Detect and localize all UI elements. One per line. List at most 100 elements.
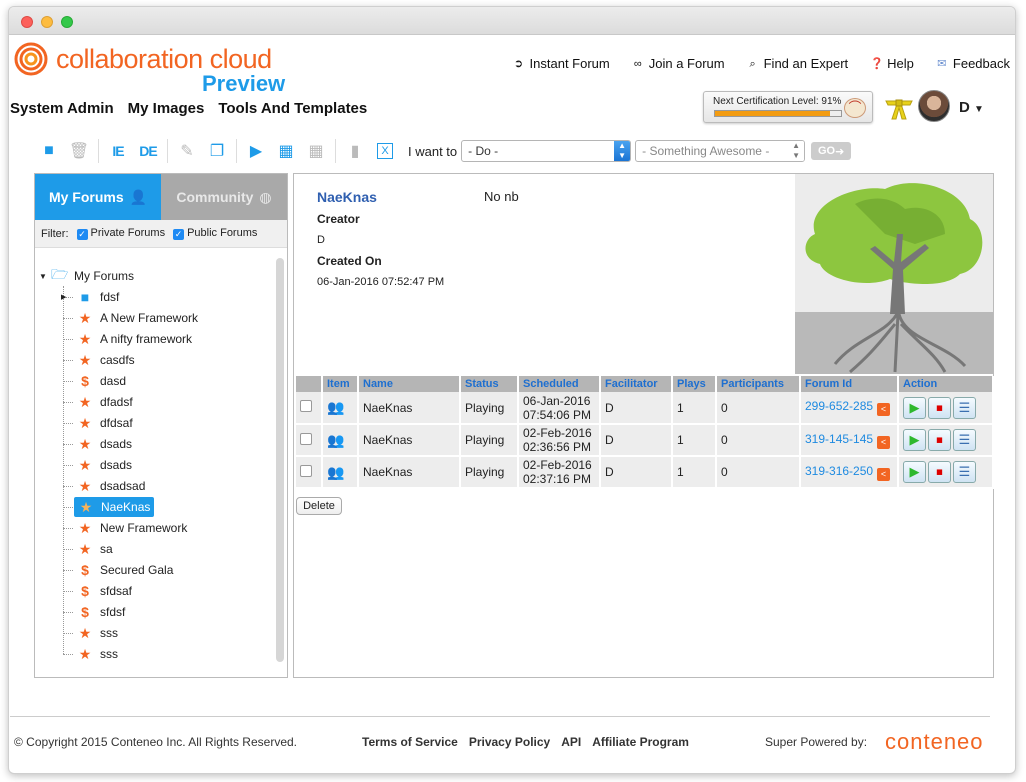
certification-bar-fill — [715, 111, 830, 116]
stop-icon: ⏹ — [936, 432, 943, 447]
help-link[interactable]: ❓ Help — [870, 56, 914, 71]
footer-divider — [10, 716, 990, 717]
menu-my-images[interactable]: My Images — [128, 100, 205, 117]
row-checkbox[interactable] — [300, 464, 312, 477]
calendar-button[interactable]: ▦ — [271, 138, 301, 164]
tree-item-label: dsadsad — [100, 479, 146, 493]
avatar[interactable] — [918, 90, 950, 122]
play-button[interactable]: ▶ — [903, 396, 926, 419]
instant-forum-link[interactable]: ➲ Instant Forum — [513, 56, 610, 71]
forum-id-link[interactable]: 319-316-250 — [805, 464, 873, 478]
terms-link[interactable]: Terms of Service — [362, 735, 458, 749]
creator-value: D — [317, 234, 325, 246]
schedule-group-button[interactable]: ▦ — [301, 138, 331, 164]
filter-private[interactable]: ✓ Private Forums — [76, 227, 165, 240]
ie-button[interactable]: IE — [103, 138, 133, 164]
stop-button[interactable]: ⏹ — [928, 396, 951, 419]
play-icon: ▶ — [909, 432, 920, 447]
folder-button[interactable]: ■ — [34, 138, 64, 164]
tree-item[interactable]: $ sfdsf — [77, 602, 125, 622]
tree-item[interactable]: $ sfdsaf — [77, 581, 132, 601]
report-button[interactable]: ▮ — [340, 138, 370, 164]
tree-item[interactable]: ★ A New Framework — [77, 308, 198, 328]
trash-button[interactable]: 🗑 — [64, 138, 94, 164]
col-scheduled[interactable]: Scheduled — [518, 376, 601, 392]
tab-my-forums[interactable]: My Forums 👤 — [35, 174, 161, 220]
tree-item[interactable]: ★ dfadsf — [77, 392, 133, 412]
certification-progress[interactable]: Next Certification Level: 91% ⌒ — [703, 91, 873, 123]
something-select[interactable]: - Something Awesome - ▲ ▼ — [635, 140, 806, 162]
play-button[interactable]: ▶ — [903, 429, 926, 451]
dollar-icon: $ — [81, 604, 89, 620]
tree-root-my-forums[interactable]: ▼ 🗁 My Forums — [39, 266, 134, 286]
play-button[interactable]: ▶ — [241, 138, 271, 164]
col-plays[interactable]: Plays — [672, 376, 717, 392]
join-forum-link[interactable]: ∞ Join a Forum — [632, 56, 725, 71]
col-name[interactable]: Name — [358, 376, 461, 392]
tree-item[interactable]: $ Secured Gala — [77, 560, 173, 580]
affiliate-link[interactable]: Affiliate Program — [592, 735, 689, 749]
tree-guide-line — [63, 402, 73, 403]
menu-system-admin[interactable]: System Admin — [10, 100, 114, 117]
de-button[interactable]: DE — [133, 138, 163, 164]
menu-tools-templates[interactable]: Tools And Templates — [218, 100, 367, 117]
settings-button[interactable]: ☰ — [953, 429, 976, 451]
find-expert-link[interactable]: ⌕ Find an Expert — [747, 56, 849, 71]
tree-item[interactable]: ★ sa — [77, 539, 113, 559]
main-menu: System Admin My Images Tools And Templat… — [10, 100, 367, 117]
participants-cell: 0 — [716, 424, 801, 457]
do-select[interactable]: - Do - ▲ ▼ — [461, 140, 632, 162]
minimize-window-button[interactable] — [41, 16, 53, 28]
tree-scrollbar[interactable] — [276, 258, 284, 662]
edit-button[interactable]: ✎ — [172, 138, 202, 164]
tree-item[interactable]: ★ A nifty framework — [77, 329, 192, 349]
tree-item[interactable]: ★ dsads — [77, 455, 132, 475]
copy-button[interactable]: ❐ — [202, 138, 232, 164]
row-checkbox[interactable] — [300, 432, 312, 445]
delete-button[interactable]: Delete — [296, 497, 342, 515]
go-button[interactable]: GO ➜ — [811, 142, 852, 160]
feedback-link[interactable]: ✉ Feedback — [936, 56, 1010, 71]
forum-id-cell: 319-145-145 < — [800, 424, 899, 457]
maximize-window-button[interactable] — [61, 16, 73, 28]
stop-button[interactable]: ⏹ — [928, 461, 951, 483]
envelope-icon: ✉ — [937, 57, 947, 70]
forum-id-link[interactable]: 299-652-285 — [805, 399, 873, 413]
col-item[interactable]: Item — [322, 376, 359, 392]
filter-public[interactable]: ✓ Public Forums — [173, 227, 257, 240]
col-facilitator[interactable]: Facilitator — [600, 376, 673, 392]
tree-item[interactable]: ★ dsadsad — [77, 476, 146, 496]
user-menu[interactable]: D ▼ — [959, 99, 984, 116]
tree-item[interactable]: ★ sss — [77, 623, 118, 643]
close-window-button[interactable] — [21, 16, 33, 28]
tree-item[interactable]: ★ sss — [77, 644, 118, 664]
conteneo-logo[interactable]: conteneo — [885, 729, 984, 755]
tree-item[interactable]: ★ New Framework — [77, 518, 188, 538]
tree-guide-line — [63, 507, 73, 508]
tree-item[interactable]: ▶ ■ fdsf — [61, 287, 119, 307]
col-participants[interactable]: Participants — [716, 376, 801, 392]
col-forum-id[interactable]: Forum Id — [800, 376, 899, 392]
settings-button[interactable]: ☰ — [953, 461, 976, 483]
share-icon[interactable]: < — [877, 467, 891, 481]
privacy-link[interactable]: Privacy Policy — [469, 735, 550, 749]
row-checkbox[interactable] — [300, 400, 312, 412]
tree-item[interactable]: ★ dfdsaf — [77, 413, 133, 433]
share-icon[interactable]: < — [877, 403, 891, 416]
name-cell: NaeKnas — [358, 456, 461, 489]
tree-guide-line — [63, 570, 73, 571]
col-checkbox — [296, 376, 323, 392]
tree-item[interactable]: ★ dsads — [77, 434, 132, 454]
tree-item[interactable]: ★ casdfs — [77, 350, 135, 370]
forum-id-link[interactable]: 319-145-145 — [805, 432, 873, 446]
settings-button[interactable]: ☰ — [953, 396, 976, 419]
excel-button[interactable]: X — [370, 138, 400, 164]
stop-button[interactable]: ⏹ — [928, 429, 951, 451]
tab-community[interactable]: Community ◍ — [161, 174, 287, 220]
share-icon[interactable]: < — [877, 435, 891, 449]
api-link[interactable]: API — [561, 735, 581, 749]
play-button[interactable]: ▶ — [903, 461, 926, 483]
tree-item[interactable]: $ dasd — [77, 371, 126, 391]
tree-item[interactable]: ★ NaeKnas — [74, 497, 155, 517]
col-status[interactable]: Status — [460, 376, 519, 392]
